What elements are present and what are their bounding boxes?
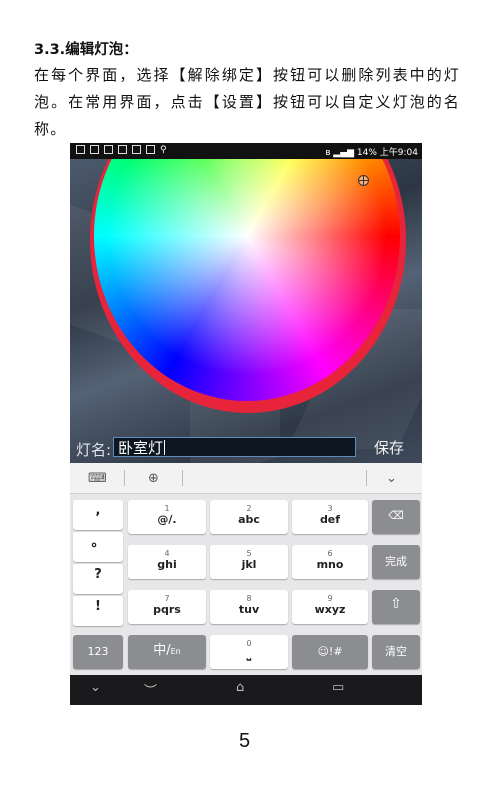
name-input[interactable]: 卧室灯 [113, 437, 356, 457]
backspace-key[interactable]: ⌫ [372, 500, 420, 534]
shift-key[interactable]: ⇧ [372, 590, 420, 624]
mail-icon [118, 145, 127, 154]
shift-icon: ⇧ [390, 596, 402, 612]
key-9[interactable]: 9 wxyz [292, 590, 368, 624]
phone-screenshot: ⚲ ʙ ▂▄▆ 14% 上午9:04 灯名: 卧室灯 保存 ⌨ ⊕ ⌄ , 。 … [70, 143, 422, 705]
status-bar: ⚲ ʙ ▂▄▆ 14% 上午9:04 [70, 143, 422, 159]
section-heading: 3.3.编辑灯泡： [34, 42, 138, 58]
color-wheel[interactable] [94, 143, 400, 401]
key-6[interactable]: 6 mno [292, 545, 368, 579]
chevron-down-icon[interactable]: ⌄ [90, 680, 101, 695]
keyboard-toolbar: ⌨ ⊕ ⌄ [70, 463, 422, 494]
globe-icon[interactable]: ⊕ [148, 471, 159, 486]
keyboard-icon[interactable]: ⌨ [88, 471, 107, 486]
key-8[interactable]: 8 tuv [210, 590, 288, 624]
symbols-key[interactable]: 123 [73, 635, 123, 669]
signal-icon: ▂▄▆ [333, 148, 355, 158]
key-2[interactable]: 2 abc [210, 500, 288, 534]
chevron-down-icon[interactable]: ⌄ [386, 471, 397, 486]
key-4[interactable]: 4 ghi [128, 545, 206, 579]
nav-bar: ⌄ ︶ ⌂ ▭ [70, 675, 422, 705]
key-exclaim[interactable]: ! [73, 596, 123, 626]
key-question[interactable]: ? [73, 564, 123, 594]
cloud-icon [146, 145, 155, 154]
key-1[interactable]: 1 @/. [128, 500, 206, 534]
space-key[interactable]: 0 ⎵ [210, 635, 288, 669]
key-3[interactable]: 3 def [292, 500, 368, 534]
recents-nav-icon[interactable]: ▭ [332, 680, 344, 695]
clear-key[interactable]: 清空 [372, 635, 420, 669]
key-period[interactable]: 。 [73, 532, 123, 562]
image-icon [104, 145, 113, 154]
key-5[interactable]: 5 jkl [210, 545, 288, 579]
lang-switch-key[interactable]: 中/En [128, 635, 206, 669]
status-time: 14% 上午9:04 [356, 148, 418, 158]
name-label: 灯名: [76, 441, 112, 459]
notification-icon [90, 145, 99, 154]
name-row: 灯名: 卧室灯 保存 [70, 436, 422, 460]
image-icon [132, 145, 141, 154]
usb-icon: ⚲ [160, 145, 167, 155]
bluetooth-icon: ʙ [325, 148, 331, 158]
color-picker-handle[interactable] [358, 175, 369, 186]
emoji-key[interactable]: ☺!# [292, 635, 368, 669]
body-paragraph: 在每个界面，选择【解除绑定】按钮可以删除列表中的灯泡。在常用界面，点击【设置】按… [34, 66, 460, 138]
page-number: 5 [238, 730, 251, 752]
keyboard: ⌨ ⊕ ⌄ , 。 ? ! 1 @/. 2 abc 3 def ⌫ 4 ghi 5 jkl… [70, 463, 422, 675]
save-button[interactable]: 保存 [360, 436, 418, 460]
done-key[interactable]: 完成 [372, 545, 420, 579]
notification-icon [76, 145, 85, 154]
key-comma[interactable]: , [73, 500, 123, 530]
backspace-icon: ⌫ [388, 509, 404, 522]
home-nav-icon[interactable]: ⌂ [236, 680, 244, 695]
key-7[interactable]: 7 pqrs [128, 590, 206, 624]
back-nav-icon[interactable]: ︶ [144, 680, 157, 699]
